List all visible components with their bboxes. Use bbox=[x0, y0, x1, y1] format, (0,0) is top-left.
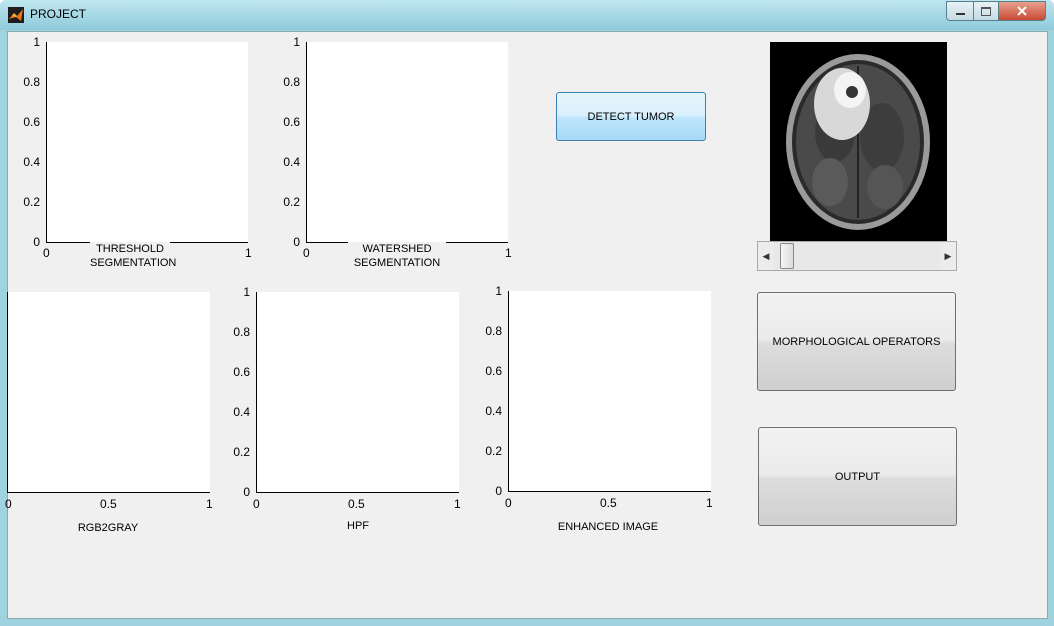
y-tick-label: 0.6 bbox=[23, 115, 40, 129]
y-tick-label: 0.4 bbox=[283, 155, 300, 169]
threshold-axes bbox=[46, 42, 248, 243]
y-tick-label: 0.2 bbox=[283, 195, 300, 209]
caption-line: SEGMENTATION bbox=[353, 257, 441, 269]
minimize-button[interactable] bbox=[946, 1, 974, 21]
y-tick-label: 0.4 bbox=[233, 405, 250, 419]
rgb2gray-caption: RGB2GRAY bbox=[68, 521, 148, 535]
matlab-icon bbox=[8, 7, 24, 23]
caption-line: SEGMENTATION bbox=[90, 257, 177, 269]
enhanced-caption: ENHANCED IMAGE bbox=[553, 520, 663, 534]
x-tick-label: 1 bbox=[454, 497, 461, 511]
window-title: PROJECT bbox=[30, 7, 87, 21]
y-tick-label: 1 bbox=[495, 284, 502, 298]
minimize-icon bbox=[955, 12, 965, 15]
maximize-button[interactable] bbox=[974, 1, 999, 21]
mri-scan-graphic bbox=[786, 54, 930, 230]
slider-right-arrow[interactable]: ▶ bbox=[940, 242, 956, 270]
threshold-caption: THRESHOLD SEGMENTATION bbox=[90, 242, 177, 270]
y-tick-label: 0 bbox=[33, 235, 40, 249]
x-tick-label: 0.5 bbox=[100, 497, 117, 511]
y-tick-label: 1 bbox=[293, 35, 300, 49]
y-tick-label: 0 bbox=[293, 235, 300, 249]
slider-thumb[interactable] bbox=[780, 243, 794, 269]
morphological-operators-button[interactable]: MORPHOLOGICAL OPERATORS bbox=[757, 292, 956, 391]
y-tick-label: 1 bbox=[243, 285, 250, 299]
close-icon bbox=[1017, 6, 1027, 16]
x-tick-label: 1 bbox=[206, 497, 213, 511]
hpf-caption: HPF bbox=[338, 519, 378, 533]
x-tick-label: 0 bbox=[253, 497, 260, 511]
y-tick-label: 0.4 bbox=[23, 155, 40, 169]
title-bar[interactable]: PROJECT bbox=[0, 0, 1054, 30]
y-tick-label: 0.2 bbox=[23, 195, 40, 209]
x-tick-label: 0 bbox=[505, 496, 512, 510]
window-controls bbox=[946, 1, 1046, 21]
app-window: PROJECT 1 0.8 0.6 0.4 0.2 0 0 1 THRESHOL… bbox=[0, 0, 1054, 626]
y-tick-label: 0.2 bbox=[233, 445, 250, 459]
x-tick-label: 0 bbox=[303, 246, 310, 260]
y-tick-label: 0.4 bbox=[485, 404, 502, 418]
close-button[interactable] bbox=[999, 1, 1046, 21]
caption-line: THRESHOLD bbox=[96, 243, 164, 255]
y-tick-label: 0.8 bbox=[23, 75, 40, 89]
x-tick-label: 1 bbox=[245, 246, 252, 260]
x-tick-label: 0 bbox=[43, 246, 50, 260]
rgb2gray-axes bbox=[7, 292, 210, 493]
caption-line: WATERSHED bbox=[362, 243, 432, 255]
x-tick-label: 0 bbox=[5, 497, 12, 511]
x-tick-label: 0.5 bbox=[348, 497, 365, 511]
watershed-axes bbox=[306, 42, 508, 243]
image-slider[interactable]: ◀ ▶ bbox=[757, 241, 957, 271]
y-tick-label: 0.6 bbox=[233, 365, 250, 379]
figure-area: 1 0.8 0.6 0.4 0.2 0 0 1 THRESHOLD SEGMEN… bbox=[5, 31, 1048, 619]
hpf-axes bbox=[256, 292, 459, 493]
x-tick-label: 1 bbox=[706, 496, 713, 510]
y-tick-label: 0.8 bbox=[283, 75, 300, 89]
brain-mri-image bbox=[770, 42, 947, 241]
x-tick-label: 0.5 bbox=[600, 496, 617, 510]
output-button[interactable]: OUTPUT bbox=[758, 427, 957, 526]
x-tick-label: 1 bbox=[505, 246, 512, 260]
y-tick-label: 0.8 bbox=[485, 324, 502, 338]
slider-left-arrow[interactable]: ◀ bbox=[758, 242, 774, 270]
y-tick-label: 0.6 bbox=[283, 115, 300, 129]
y-tick-label: 0 bbox=[243, 485, 250, 499]
detect-tumor-button[interactable]: DETECT TUMOR bbox=[556, 92, 706, 141]
y-tick-label: 0.6 bbox=[485, 364, 502, 378]
maximize-icon bbox=[981, 6, 991, 16]
y-tick-label: 1 bbox=[33, 35, 40, 49]
enhanced-axes bbox=[508, 291, 711, 492]
right-arrow-icon: ▶ bbox=[944, 250, 952, 261]
left-arrow-icon: ◀ bbox=[762, 250, 770, 261]
y-tick-label: 0 bbox=[495, 484, 502, 498]
y-tick-label: 0.2 bbox=[485, 444, 502, 458]
y-tick-label: 0.8 bbox=[233, 325, 250, 339]
watershed-caption: WATERSHED SEGMENTATION bbox=[348, 242, 446, 270]
